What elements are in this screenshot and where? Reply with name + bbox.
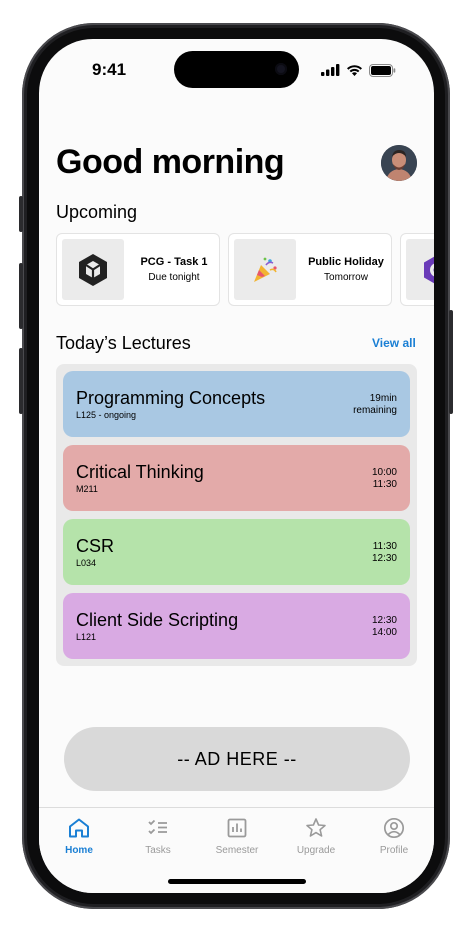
tab-semester[interactable]: Semester bbox=[207, 816, 267, 864]
tab-label: Home bbox=[65, 845, 93, 856]
home-indicator[interactable] bbox=[168, 879, 306, 884]
camera-icon bbox=[275, 63, 287, 75]
checklist-icon bbox=[148, 819, 167, 835]
signal-icon bbox=[321, 64, 340, 76]
upcoming-subtitle: Due tonight bbox=[148, 272, 200, 283]
lecture-time-end: 12:30 bbox=[371, 553, 397, 564]
dynamic-island bbox=[174, 51, 299, 88]
tab-upgrade[interactable]: Upgrade bbox=[286, 816, 346, 864]
volume-down-button bbox=[19, 348, 23, 414]
party-popper-icon bbox=[254, 257, 277, 282]
lecture-room: L034 bbox=[76, 558, 97, 568]
upcoming-subtitle: Tomorrow bbox=[324, 272, 368, 283]
avatar-image bbox=[381, 145, 417, 181]
unity-logo-icon bbox=[79, 253, 107, 286]
tab-label: Upgrade bbox=[296, 845, 336, 856]
lecture-card[interactable]: Client Side Scripting L121 12:30 14:00 bbox=[63, 593, 410, 659]
lecture-time-end: 11:30 bbox=[372, 479, 397, 490]
profile-icon bbox=[383, 817, 405, 839]
view-all-link[interactable]: View all bbox=[372, 336, 416, 350]
upcoming-thumb bbox=[62, 239, 124, 300]
lectures-heading: Today’s Lectures bbox=[56, 333, 191, 353]
app-screen: 9:41 Good morning Upcoming PCG - Task 1 … bbox=[39, 39, 434, 893]
lecture-time-start: 11:30 bbox=[372, 541, 397, 552]
upcoming-thumb bbox=[406, 239, 434, 300]
lecture-name: Programming Concepts bbox=[76, 388, 266, 408]
tab-tasks[interactable]: Tasks bbox=[128, 816, 188, 864]
lecture-time-end: 14:00 bbox=[371, 627, 397, 638]
upcoming-card[interactable]: Public Holiday Tomorrow bbox=[228, 233, 392, 306]
upcoming-heading: Upcoming bbox=[56, 202, 138, 222]
upcoming-card[interactable]: PCG - Task 1 Due tonight bbox=[56, 233, 220, 306]
action-button bbox=[19, 196, 23, 232]
lecture-card[interactable]: Programming Concepts L125 - ongoing 19mi… bbox=[63, 371, 410, 437]
lecture-name: CSR bbox=[76, 536, 115, 556]
purple-hexagon-icon bbox=[424, 256, 434, 283]
upcoming-title: PCG - Task 1 bbox=[140, 256, 208, 268]
wifi-icon bbox=[347, 65, 362, 76]
tab-label: Profile bbox=[379, 845, 409, 856]
status-icons bbox=[321, 63, 396, 77]
tab-profile[interactable]: Profile bbox=[364, 816, 424, 864]
lecture-time-start: 19min bbox=[369, 393, 397, 404]
power-button bbox=[449, 310, 453, 414]
lecture-name: Critical Thinking bbox=[76, 462, 204, 482]
lecture-room: L121 bbox=[76, 632, 97, 642]
lecture-time-start: 10:00 bbox=[371, 467, 397, 478]
bar-chart-icon bbox=[227, 818, 247, 838]
tab-label: Tasks bbox=[145, 845, 171, 856]
lecture-time-end: remaining bbox=[353, 405, 397, 416]
upcoming-card[interactable] bbox=[400, 233, 434, 306]
battery-icon bbox=[369, 63, 396, 77]
lecture-room: L125 - ongoing bbox=[76, 410, 137, 420]
lecture-name: Client Side Scripting bbox=[76, 610, 239, 630]
tab-home[interactable]: Home bbox=[49, 816, 109, 864]
upcoming-title: Public Holiday bbox=[308, 256, 384, 268]
star-icon bbox=[306, 818, 326, 837]
ad-banner[interactable]: -- AD HERE -- bbox=[64, 727, 410, 791]
lecture-time-start: 12:30 bbox=[371, 615, 397, 626]
home-icon bbox=[69, 818, 89, 838]
lecture-room: M211 bbox=[76, 484, 98, 494]
page-title: Good morning bbox=[56, 143, 285, 181]
avatar[interactable] bbox=[381, 145, 417, 181]
lecture-card[interactable]: CSR L034 11:30 12:30 bbox=[63, 519, 410, 585]
upcoming-thumb bbox=[234, 239, 296, 300]
volume-up-button bbox=[19, 263, 23, 329]
lectures-list: Programming Concepts L125 - ongoing 19mi… bbox=[56, 364, 417, 666]
status-time: 9:41 bbox=[92, 60, 127, 79]
upcoming-carousel[interactable]: PCG - Task 1 Due tonight Public Holiday … bbox=[56, 233, 434, 306]
lecture-card[interactable]: Critical Thinking M211 10:00 11:30 bbox=[63, 445, 410, 511]
tab-label: Semester bbox=[215, 845, 259, 856]
